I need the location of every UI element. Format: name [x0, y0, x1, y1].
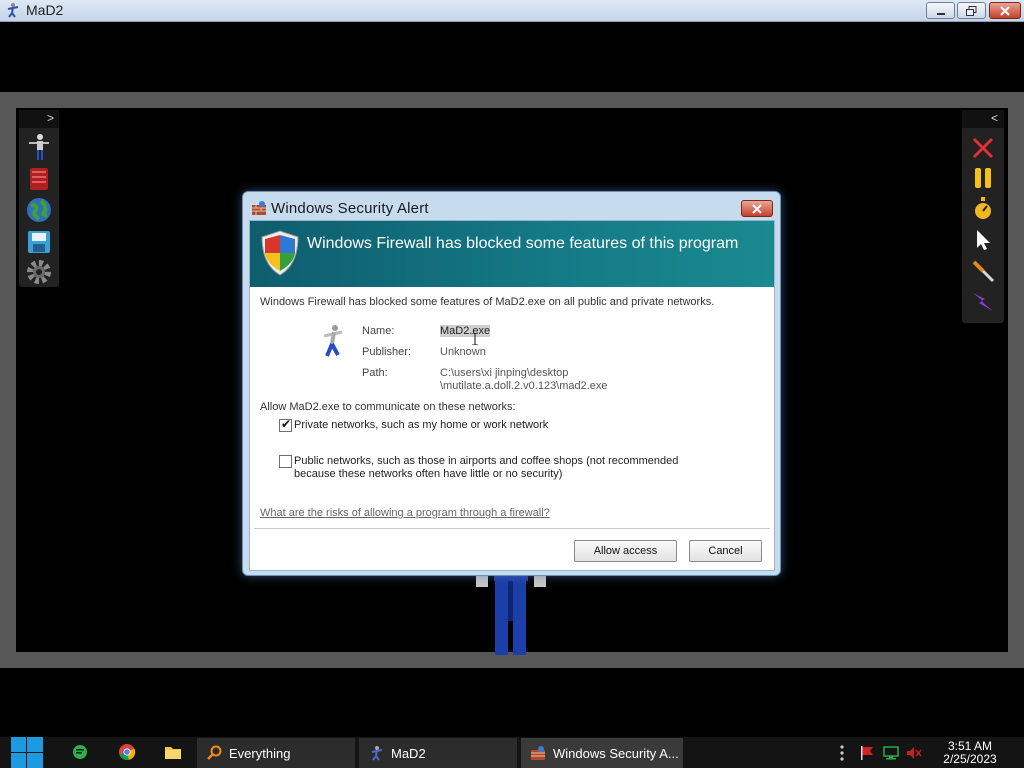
- minimize-button[interactable]: [926, 2, 955, 19]
- pause-tool[interactable]: [969, 164, 997, 192]
- knife-tool[interactable]: [969, 257, 997, 285]
- firewall-risks-link[interactable]: What are the risks of allowing a program…: [260, 507, 550, 519]
- clock-date: 2/25/2023: [943, 752, 997, 766]
- taskbar-clock[interactable]: 3:51 AM 2/25/2023: [936, 740, 1004, 766]
- minimize-icon: [936, 12, 945, 15]
- close-icon: [1000, 5, 1010, 16]
- globe-icon: [27, 198, 51, 222]
- close-window-button[interactable]: [989, 2, 1021, 19]
- taskbar-file-explorer[interactable]: [164, 743, 182, 761]
- network-monitor-icon: [883, 746, 899, 760]
- tray-overflow[interactable]: [834, 745, 850, 761]
- alert-heading: Windows Firewall has blocked some featur…: [307, 235, 739, 252]
- private-network-checkbox[interactable]: [279, 417, 292, 432]
- program-ragdoll-icon: [323, 325, 343, 357]
- left-panel-toggle[interactable]: >: [19, 110, 59, 128]
- tray-action-center[interactable]: [859, 745, 875, 761]
- more-dots-icon: [840, 745, 844, 761]
- desktop: MaD2 > < Windows Security Alert Windows …: [0, 0, 1024, 768]
- folder-icon: [165, 747, 181, 759]
- publisher-value: Unknown: [440, 346, 486, 358]
- taskbar: Everything MaD2 Windows Security A... 3:…: [0, 737, 1024, 768]
- public-network-label-line1[interactable]: Public networks, such as those in airpor…: [294, 455, 678, 468]
- everything-search-icon: [207, 745, 222, 760]
- path-value-line1: C:\users\xi jinping\desktop: [440, 367, 569, 379]
- task-label: MaD2: [391, 745, 426, 761]
- name-value[interactable]: MaD2.exe: [440, 325, 491, 338]
- right-panel-toggle[interactable]: <: [962, 110, 1004, 128]
- restore-icon: [966, 5, 977, 16]
- cancel-button[interactable]: Cancel: [689, 540, 762, 562]
- allow-access-button[interactable]: Allow access: [574, 540, 677, 562]
- dialog-title: Windows Security Alert: [271, 200, 429, 217]
- path-value-line2: \mutilate.a.doll.2.v0.123\mad2.exe: [440, 380, 608, 392]
- restore-button[interactable]: [957, 2, 986, 19]
- taskbar-chat-app[interactable]: [71, 743, 89, 761]
- ragdoll-app-icon: [7, 3, 19, 18]
- chrome-icon: [119, 744, 136, 761]
- ragdoll-icon: [29, 134, 49, 160]
- firewall-icon: [531, 746, 545, 760]
- taskbar-chrome[interactable]: [118, 743, 136, 761]
- alert-banner: Windows Firewall has blocked some featur…: [250, 221, 774, 287]
- task-everything[interactable]: Everything: [197, 738, 355, 768]
- intro-text: Windows Firewall has blocked some featur…: [260, 296, 715, 308]
- lightning-icon: [973, 293, 993, 311]
- globe-tool[interactable]: [25, 196, 53, 224]
- task-label: Everything: [229, 745, 291, 761]
- tray-network[interactable]: [883, 745, 899, 761]
- firewall-icon: [252, 201, 266, 215]
- lightning-tool[interactable]: [969, 287, 997, 315]
- task-label: Windows Security A...: [553, 745, 679, 761]
- stopwatch-icon: [973, 197, 993, 221]
- security-alert-dialog: Windows Security Alert Windows Firewall …: [242, 191, 781, 576]
- green-chat-icon: [73, 745, 87, 759]
- spawn-ragdoll-tool[interactable]: [25, 133, 53, 161]
- delete-tool[interactable]: [969, 134, 997, 162]
- path-label: Path:: [362, 367, 388, 379]
- footer-divider: [254, 528, 770, 529]
- red-flag-icon: [861, 746, 873, 760]
- save-tool[interactable]: [25, 228, 53, 256]
- close-icon: [752, 203, 762, 214]
- ragdoll-figure[interactable]: [474, 575, 550, 655]
- slow-motion-tool[interactable]: [969, 195, 997, 223]
- pointer-tool[interactable]: [969, 226, 997, 254]
- windows-start-icon[interactable]: [10, 737, 44, 768]
- pointer-icon: [977, 230, 990, 250]
- gear-icon: [27, 260, 51, 284]
- private-network-label[interactable]: Private networks, such as my home or wor…: [294, 419, 548, 432]
- right-tool-panel: <: [962, 110, 1004, 323]
- book-tool[interactable]: [25, 165, 53, 193]
- app-title: MaD2: [26, 2, 64, 18]
- pause-icon: [975, 168, 991, 188]
- allow-text: Allow MaD2.exe to communicate on these n…: [260, 401, 516, 413]
- task-windows-security[interactable]: Windows Security A...: [521, 738, 683, 768]
- knife-icon: [972, 260, 995, 283]
- dialog-body: Windows Firewall has blocked some featur…: [249, 220, 775, 571]
- red-x-icon: [972, 137, 994, 159]
- public-network-checkbox[interactable]: [279, 455, 292, 468]
- ragdoll-app-icon: [371, 746, 383, 761]
- left-tool-panel: >: [19, 110, 59, 287]
- tray-volume[interactable]: [906, 745, 922, 761]
- settings-tool[interactable]: [25, 258, 53, 286]
- public-network-label-line2[interactable]: because these networks often have little…: [294, 468, 562, 481]
- shield-icon: [261, 230, 299, 276]
- app-titlebar[interactable]: MaD2: [0, 0, 1024, 22]
- text-cursor-icon: [472, 333, 478, 345]
- dialog-close-button[interactable]: [741, 200, 773, 217]
- save-disk-icon: [28, 231, 50, 253]
- task-mad2[interactable]: MaD2: [359, 738, 517, 768]
- publisher-label: Publisher:: [362, 346, 411, 358]
- book-icon: [30, 168, 48, 190]
- speaker-muted-icon: [907, 747, 922, 759]
- name-label: Name:: [362, 325, 395, 337]
